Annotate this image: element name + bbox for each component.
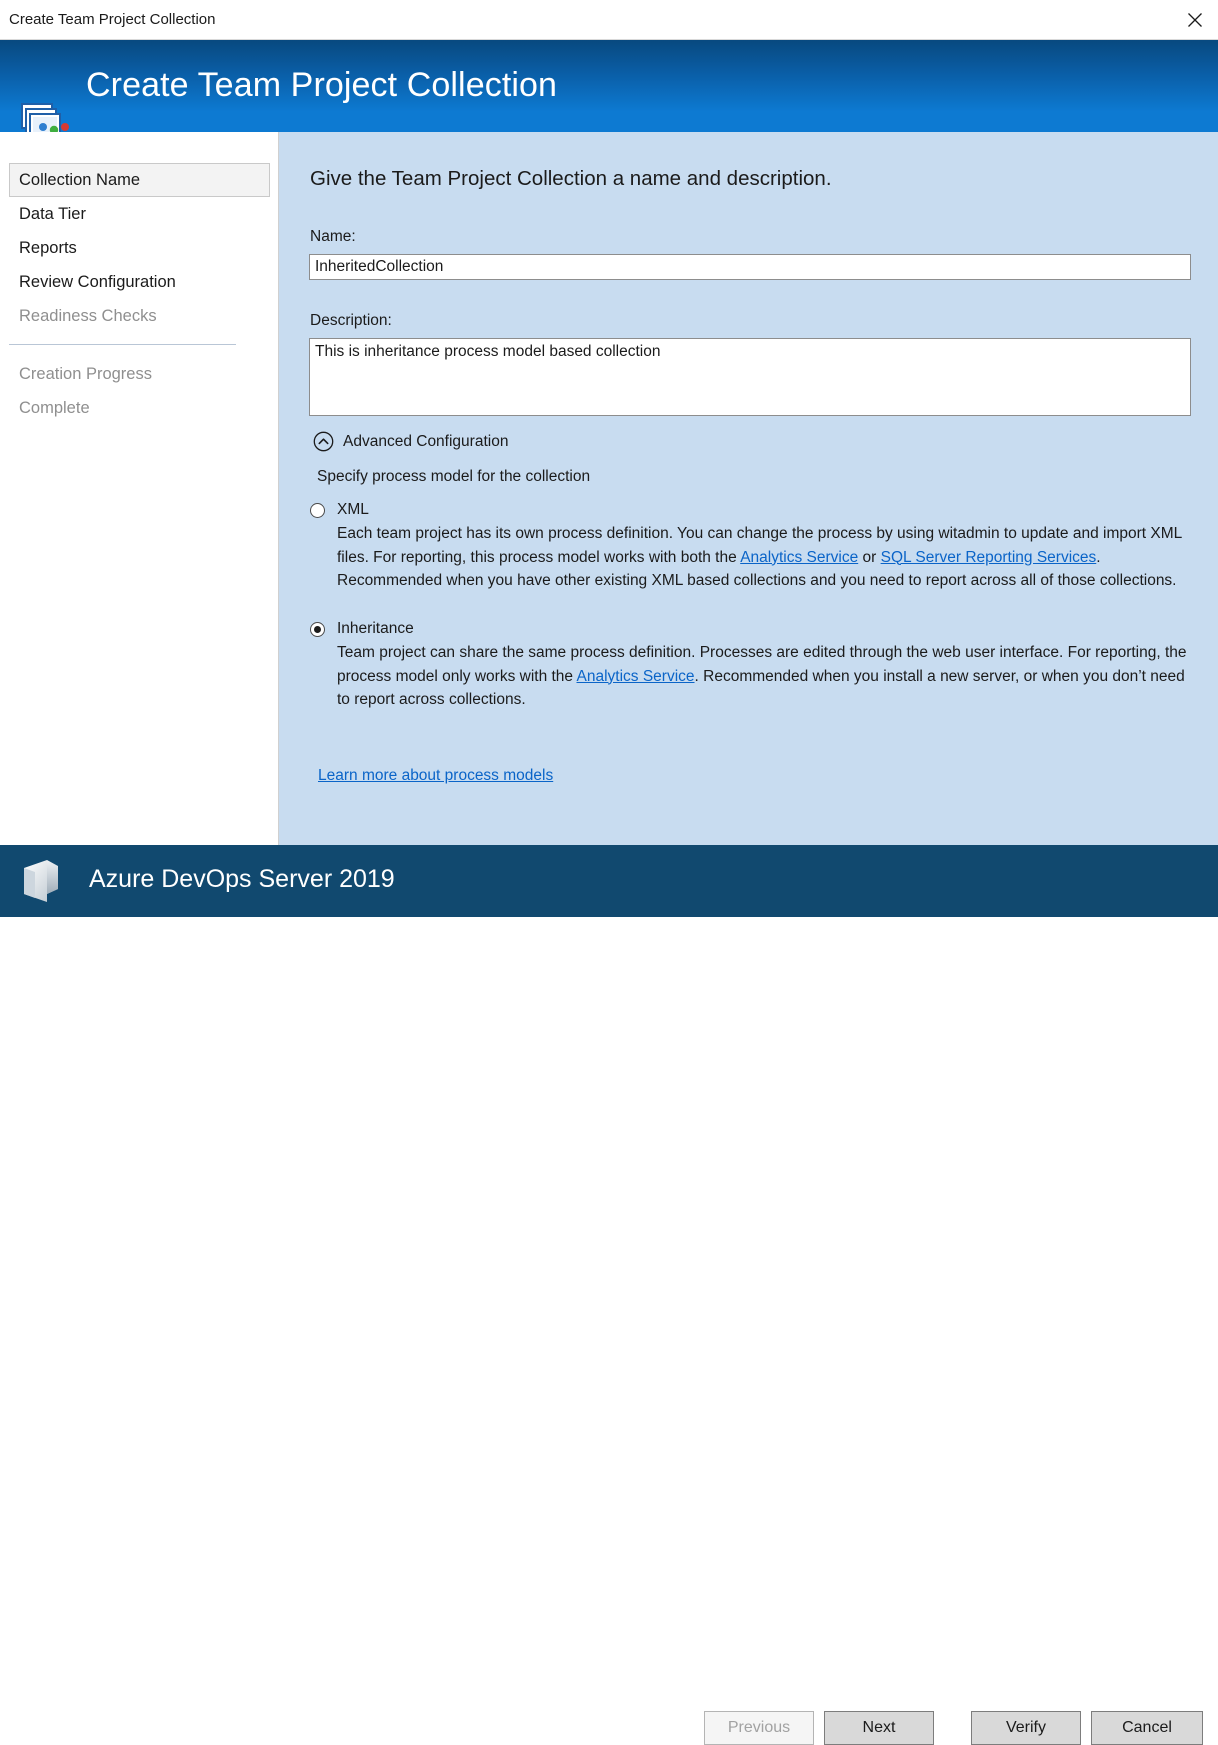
header-title: Create Team Project Collection xyxy=(86,66,557,105)
dialog-body: Collection Name Data Tier Reports Review… xyxy=(0,132,1218,845)
advanced-configuration-toggle[interactable]: Advanced Configuration xyxy=(313,431,508,452)
inline-link[interactable]: Analytics Service xyxy=(577,668,695,685)
name-input[interactable] xyxy=(309,254,1191,280)
description-textarea[interactable]: This is inheritance process model based … xyxy=(309,338,1191,416)
previous-button[interactable]: Previous xyxy=(704,1711,814,1745)
cancel-button[interactable]: Cancel xyxy=(1091,1711,1203,1745)
sidebar-item-reports[interactable]: Reports xyxy=(9,231,270,265)
radio-xml[interactable]: XML xyxy=(310,499,1195,521)
window-title: Create Team Project Collection xyxy=(9,11,215,29)
xml-description: Each team project has its own process de… xyxy=(337,522,1195,593)
verify-button[interactable]: Verify xyxy=(971,1711,1081,1745)
sidebar-divider xyxy=(9,344,236,345)
radio-xml-indicator xyxy=(310,503,325,518)
name-label: Name: xyxy=(310,228,356,246)
chevron-up-circle-icon xyxy=(313,431,334,452)
process-model-option-xml: XML Each team project has its own proces… xyxy=(310,499,1195,593)
sidebar-item-label: Collection Name xyxy=(19,171,140,190)
sidebar-item-readiness-checks: Readiness Checks xyxy=(9,299,270,333)
wizard-step-list: Collection Name Data Tier Reports Review… xyxy=(0,163,279,425)
azure-devops-logo-icon xyxy=(17,856,71,906)
learn-more-link[interactable]: Learn more about process models xyxy=(318,767,553,785)
inline-link[interactable]: SQL Server Reporting Services xyxy=(881,549,1097,566)
header-banner: Create Team Project Collection xyxy=(0,40,1218,132)
radio-inheritance-indicator xyxy=(310,622,325,637)
advanced-configuration-label: Advanced Configuration xyxy=(343,433,508,451)
radio-inheritance[interactable]: Inheritance xyxy=(310,618,1195,640)
window-title-bar: Create Team Project Collection xyxy=(0,0,1218,40)
sidebar-item-collection-name[interactable]: Collection Name xyxy=(9,163,270,197)
footer-bar: Azure DevOps Server 2019 Previous Next V… xyxy=(0,845,1218,917)
next-button[interactable]: Next xyxy=(824,1711,934,1745)
inline-link[interactable]: Analytics Service xyxy=(740,549,858,566)
sidebar-item-label: Data Tier xyxy=(19,205,86,224)
process-model-subtitle: Specify process model for the collection xyxy=(317,468,590,486)
radio-inheritance-label: Inheritance xyxy=(337,620,414,638)
product-name: Azure DevOps Server 2019 xyxy=(89,865,395,894)
radio-xml-label: XML xyxy=(337,501,369,519)
sidebar-item-label: Review Configuration xyxy=(19,273,176,292)
sidebar-item-review-configuration[interactable]: Review Configuration xyxy=(9,265,270,299)
sidebar-item-label: Creation Progress xyxy=(19,365,152,384)
wizard-sidebar: Collection Name Data Tier Reports Review… xyxy=(0,132,279,845)
sidebar-item-data-tier[interactable]: Data Tier xyxy=(9,197,270,231)
sidebar-item-label: Readiness Checks xyxy=(19,307,157,326)
inheritance-description: Team project can share the same process … xyxy=(337,641,1195,712)
sidebar-item-label: Reports xyxy=(19,239,77,258)
sidebar-item-creation-progress: Creation Progress xyxy=(9,357,270,391)
sidebar-item-complete: Complete xyxy=(9,391,270,425)
close-icon[interactable] xyxy=(1172,0,1218,39)
main-panel: Give the Team Project Collection a name … xyxy=(279,132,1218,845)
description-label: Description: xyxy=(310,312,392,330)
sidebar-item-label: Complete xyxy=(19,399,90,418)
page-title: Give the Team Project Collection a name … xyxy=(310,167,832,191)
process-model-option-inheritance: Inheritance Team project can share the s… xyxy=(310,618,1195,712)
team-project-collection-icon xyxy=(18,102,74,132)
